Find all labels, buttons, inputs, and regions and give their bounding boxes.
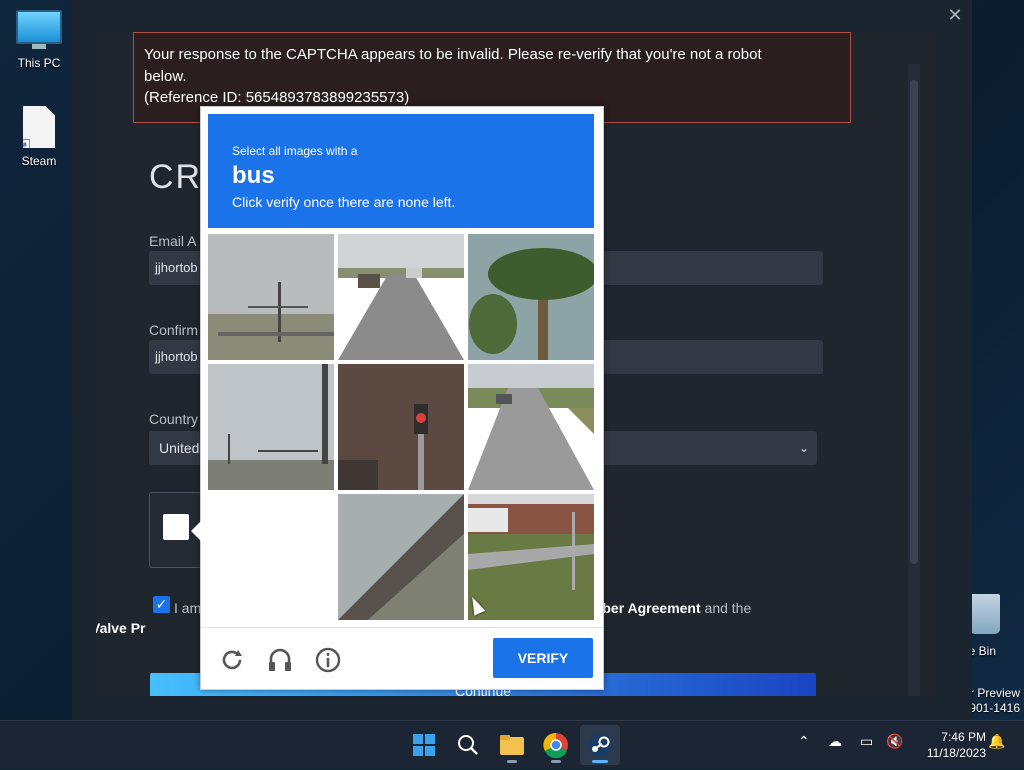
image-tile-2[interactable] [338,234,464,360]
tile-image [468,494,594,620]
folder-icon [500,735,524,755]
agreement-checkbox[interactable]: ✓ [153,596,170,613]
recaptcha-challenge: Select all images with a bus Click verif… [191,106,604,690]
running-indicator [507,760,517,763]
image-tile-7[interactable] [208,494,334,620]
watermark-line: r Preview [969,686,1020,700]
network-icon[interactable]: ▭ [860,733,873,750]
challenge-pointer [191,521,201,541]
chevron-down-icon: ⌄ [798,441,809,455]
recycle-bin-icon [970,594,1000,634]
image-tile-3[interactable] [468,234,594,360]
clock-date: 11/18/2023 [926,746,986,760]
target-object: bus [232,162,275,189]
tile-image [468,234,594,360]
image-tile-5[interactable] [338,364,464,490]
instruction-text: Select all images with a [232,144,358,158]
desktop-icon-steam[interactable]: ↗ Steam [4,106,74,168]
close-button[interactable]: ✕ [944,4,966,26]
privacy-policy-link[interactable]: Valve Pr [96,620,146,636]
desktop-icon-label: This PC [17,56,61,70]
notification-bell-icon[interactable]: 🔔 [988,733,1005,750]
taskbar: ⌃ ☁ ▭ 🔇 7:46 PM 11/18/2023 🔔 [0,720,1024,769]
file-icon: ↗ [23,106,55,148]
image-tile-8[interactable] [338,494,464,620]
desktop-icon-label: Steam [21,154,57,168]
tile-image [338,494,464,620]
image-tile-9[interactable] [468,494,594,620]
watermark-line: 901-1416 [969,701,1020,715]
info-icon[interactable] [314,646,342,674]
challenge-header: Select all images with a bus Click verif… [208,114,594,228]
clock-time: 7:46 PM [941,730,986,744]
error-line: below. [144,67,187,85]
confirm-email-label: Confirm [149,322,199,338]
steam-taskbar-button[interactable] [580,725,620,765]
start-button[interactable] [404,725,444,765]
tile-image [208,234,334,360]
onedrive-icon[interactable]: ☁ [828,733,842,750]
verify-button[interactable]: VERIFY [493,638,593,678]
computer-icon [16,10,62,49]
taskbar-clock[interactable]: 7:46 PM 11/18/2023 [912,729,986,761]
shortcut-arrow-icon: ↗ [23,139,30,148]
image-tile-1[interactable] [208,234,334,360]
reload-icon[interactable] [218,646,246,674]
error-line: Your response to the CAPTCHA appears to … [144,46,762,63]
search-button[interactable] [448,725,488,765]
steam-icon [588,733,612,757]
tile-image [208,364,334,490]
instruction-subtext: Click verify once there are none left. [232,194,456,210]
country-label: Country [149,411,199,427]
tile-image [338,234,464,360]
running-indicator [551,760,561,763]
image-tile-4[interactable] [208,364,334,490]
scrollbar-thumb[interactable] [910,80,918,564]
agreement-connector: and the [704,600,752,616]
file-explorer-button[interactable] [492,725,532,765]
desktop-icon-this-pc[interactable]: This PC [4,10,74,70]
email-label: Email A [149,233,197,249]
os-watermark: r Preview 901-1416 [969,686,1020,716]
recaptcha-checkbox[interactable] [163,514,189,540]
country-select-value: United [159,440,200,456]
show-hidden-icons-chevron[interactable]: ⌃ [798,733,810,750]
agreement-prefix: I am [174,600,202,616]
windows-logo-icon [413,734,435,756]
challenge-footer: VERIFY [201,627,603,690]
image-tile-6[interactable] [468,364,594,490]
running-indicator [592,760,608,763]
chrome-button[interactable] [536,725,576,765]
volume-muted-icon[interactable]: 🔇 [886,733,903,750]
audio-challenge-icon[interactable] [266,646,294,674]
chrome-icon [543,732,568,759]
tile-image [468,364,594,490]
tile-image [338,364,464,490]
search-icon [458,735,478,755]
